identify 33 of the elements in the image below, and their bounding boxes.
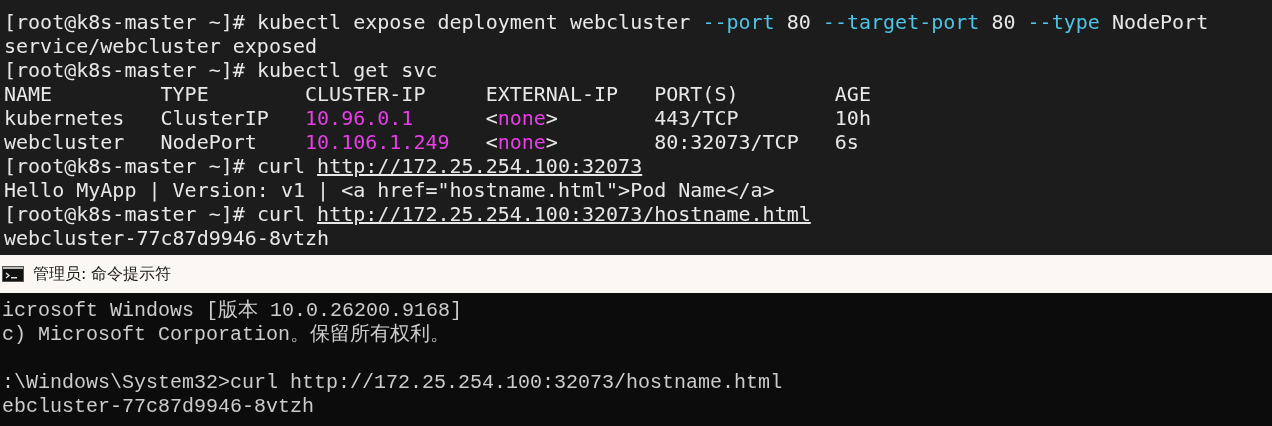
console-icon: [2, 266, 24, 282]
console-output: ebcluster-77c87d9946-8vtzh: [2, 395, 315, 419]
console-output: icrosoft Windows [版本 10.0.26200.9168]: [2, 299, 463, 323]
column-header: CLUSTER-IP: [305, 82, 426, 106]
table-cell: 10h: [834, 106, 871, 130]
table-cell: webcluster: [4, 130, 125, 154]
table-cell: 10.106.1.249: [305, 130, 450, 154]
terminal-output: webcluster-77c87d9946-8vtzh: [4, 226, 330, 250]
table-cell: ClusterIP: [160, 106, 269, 130]
column-header: NAME: [4, 82, 53, 106]
console-output: c) Microsoft Corporation。保留所有权利。: [2, 323, 451, 347]
table-cell: <none>: [485, 106, 558, 130]
table-cell: 80:32073/TCP: [654, 130, 799, 154]
command-line: [root@k8s-master ~]# curl http://172.25.254.100:32073/hostname.html: [4, 202, 811, 226]
column-header: AGE: [834, 82, 871, 106]
command-line: [root@k8s-master ~]# kubectl get svc: [4, 58, 438, 82]
url-link[interactable]: http://172.25.254.100:32073/hostname.html: [317, 202, 811, 226]
table-cell: 6s: [834, 130, 859, 154]
table-cell: 443/TCP: [654, 106, 739, 130]
console-output: :\Windows\System32>curl http://172.25.254.100:32073/hostname.html: [2, 371, 783, 395]
table-cell: 10.96.0.1: [305, 106, 414, 130]
table-cell: kubernetes: [4, 106, 125, 130]
table-cell: <none>: [485, 130, 558, 154]
command-line: [root@k8s-master ~]# curl http://172.25.254.100:32073: [4, 154, 643, 178]
table-cell: NodePort: [160, 130, 257, 154]
column-header: PORT(S): [654, 82, 739, 106]
url-link[interactable]: http://172.25.254.100:32073: [317, 154, 643, 178]
terminal-output: service/webcluster exposed: [4, 34, 318, 58]
window-title: 管理员: 命令提示符: [33, 263, 172, 285]
column-header: TYPE: [160, 82, 209, 106]
column-header: EXTERNAL-IP: [485, 82, 619, 106]
terminal-output: Hello MyApp | Version: v1 | <a href="hostname.html">Pod Name</a>: [4, 178, 775, 202]
command-line: [root@k8s-master ~]# kubectl expose deployment webcluster --port 80 --target-port 80 --type NodePort: [4, 10, 1209, 34]
